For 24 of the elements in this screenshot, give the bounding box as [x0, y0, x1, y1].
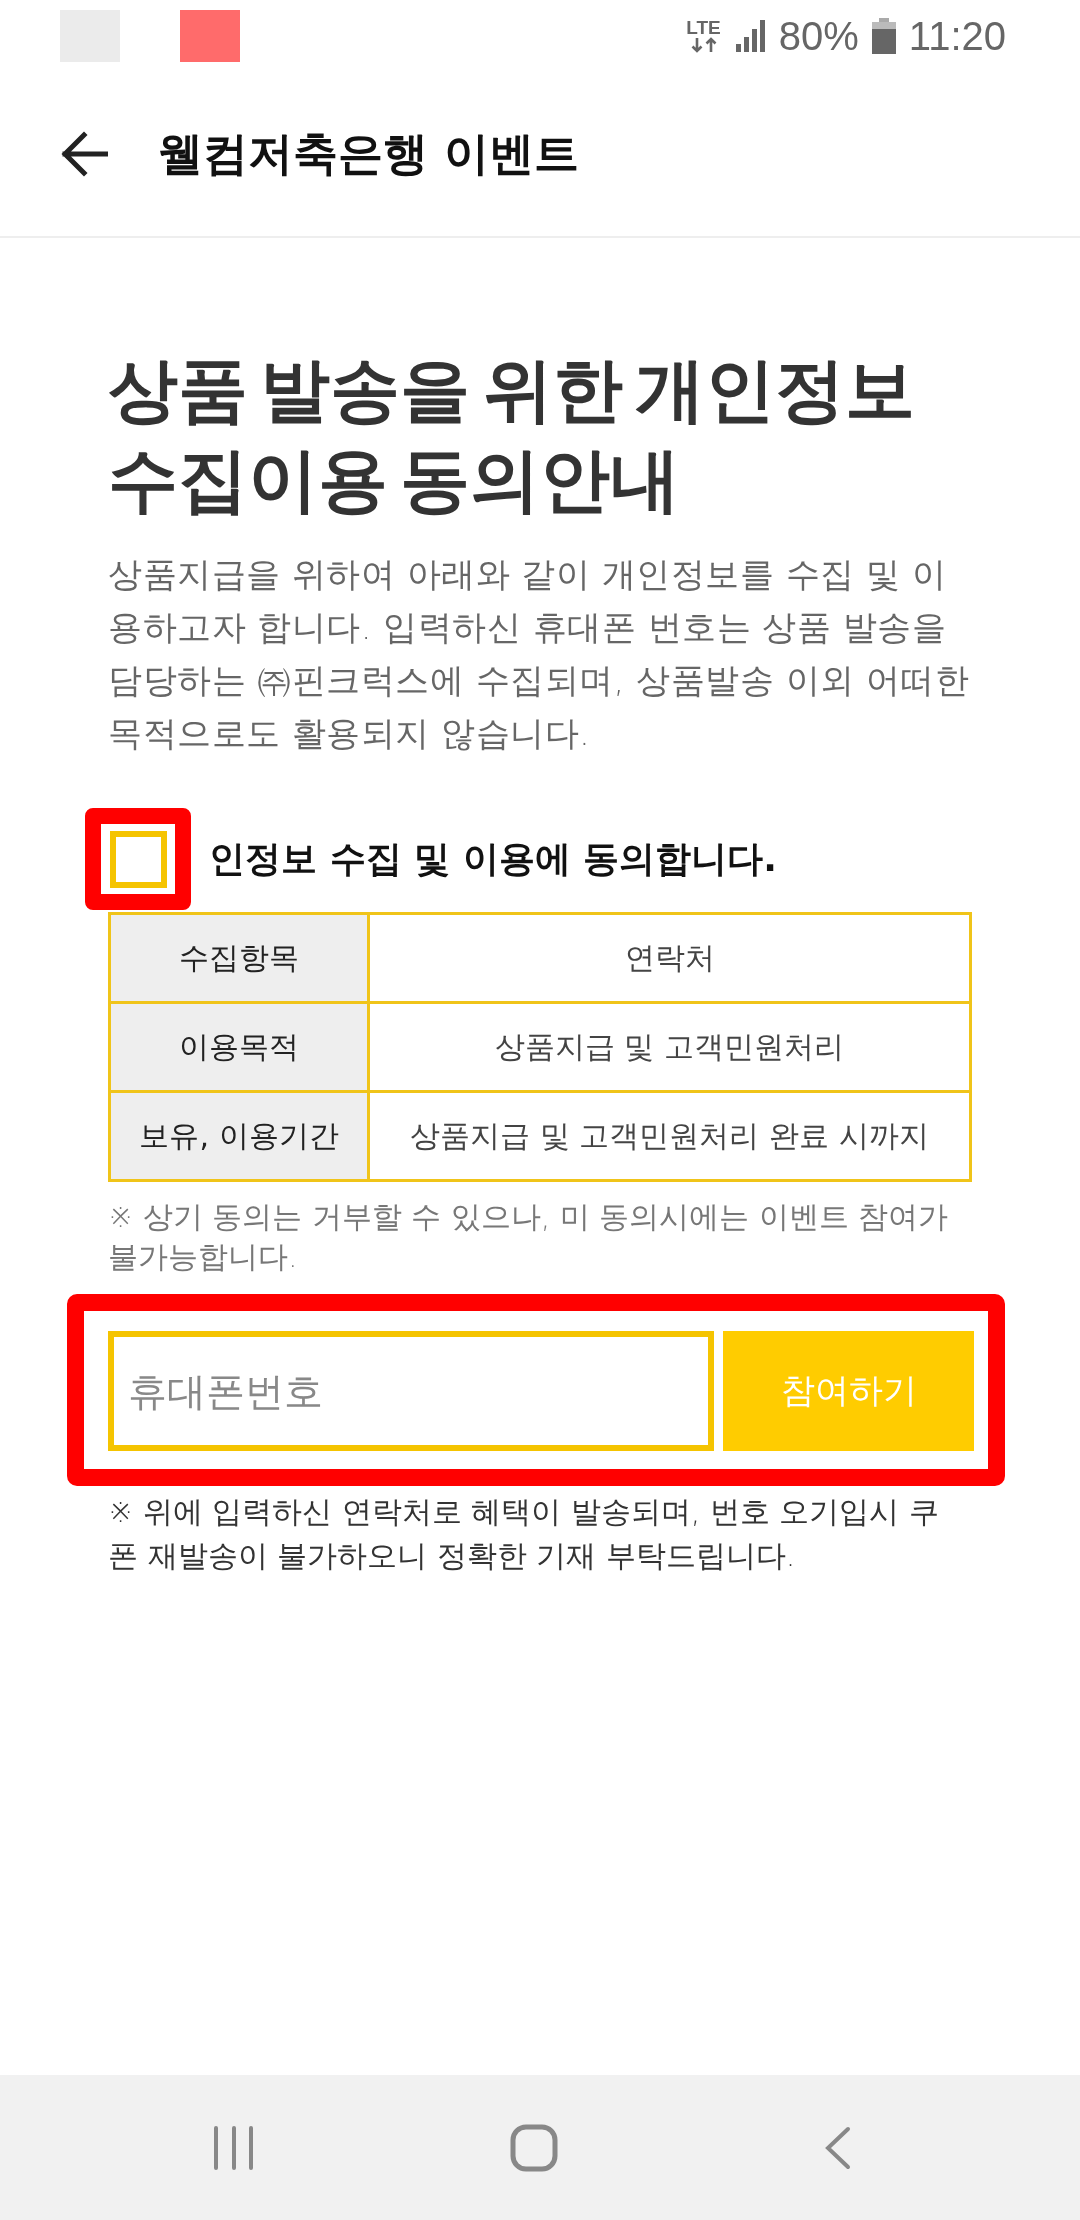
participate-button[interactable]: 참여하기 [723, 1331, 974, 1451]
table-header-cell: 수집항목 [109, 913, 369, 1003]
agree-checkbox[interactable] [109, 830, 167, 888]
chevron-left-icon[interactable] [824, 2125, 852, 2170]
table-cell: 상품지급 및 고객민원처리 [368, 1002, 971, 1092]
page-title: 웰컴저축은행 이벤트 [158, 126, 579, 182]
signal-icon [735, 20, 766, 52]
clock-time: 11:20 [908, 13, 1006, 59]
agree-label: 인정보 수집 및 이용에 동의합니다. [209, 836, 777, 881]
table-cell: 상품지급 및 고객민원처리 완료 시까지 [368, 1091, 971, 1181]
rounded-square-icon[interactable] [510, 2123, 558, 2172]
battery-icon [871, 18, 896, 54]
data-arrows-icon [689, 37, 718, 53]
back-arrow-icon[interactable] [60, 130, 108, 178]
consent-heading: 상품 발송을 위한 개인정보 수집이용 동의안내 [108, 348, 917, 523]
phone-number-field[interactable]: 휴대폰번호 [108, 1331, 714, 1451]
network-type-label: LTE [686, 19, 721, 37]
battery-percent: 80% [778, 13, 859, 59]
refusal-notice: ※ 상기 동의는 거부할 수 있으나, 미 동의시에는 이벤트 참여가 불가능합니다. [108, 1198, 950, 1276]
table-cell: 연락처 [368, 913, 971, 1003]
table-header-cell: 보유, 이용기간 [109, 1091, 369, 1181]
table-header-cell: 이용목적 [109, 1002, 369, 1092]
footnote-text: ※ 위에 입력하신 연락처로 혜택이 발송되며, 번호 오기입시 쿠폰 재발송이 불가하오니 정확한 기재 부탁드립니다. [108, 1493, 940, 1575]
intro-paragraph: 상품지급을 위하여 아래와 같이 개인정보를 수집 및 이용하고자 합니다. 입력하신 휴대폰 번호는 상품 발송을 담당하는 ㈜핀크럭스에 수집되며, 상품발송 이외 어떠한 목적으로도 활용되지 않습니다. [108, 553, 971, 755]
